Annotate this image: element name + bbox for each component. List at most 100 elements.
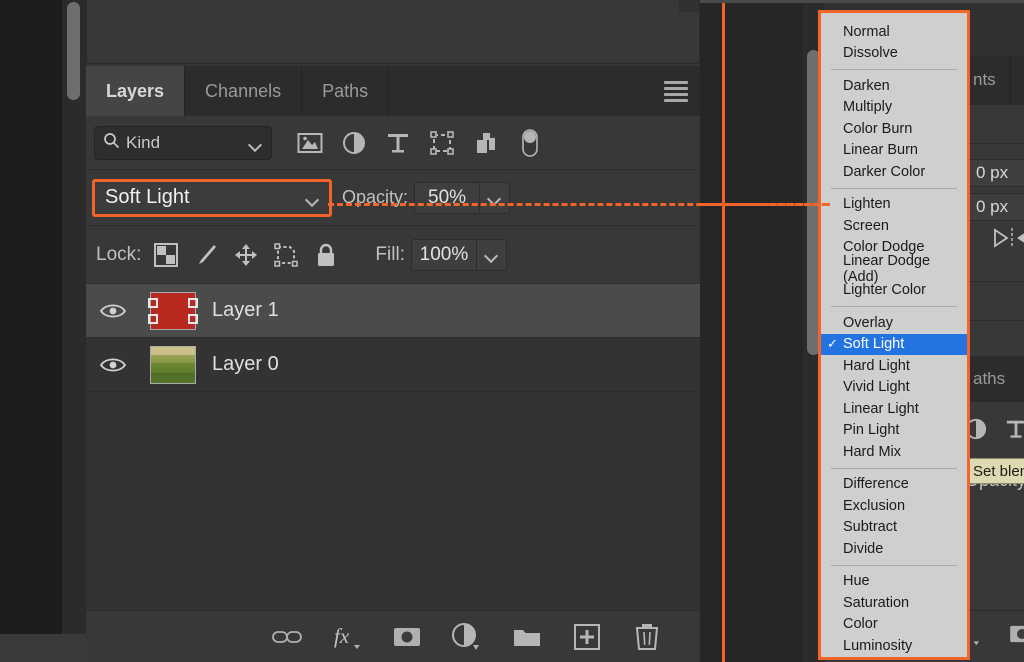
menu-item-hue[interactable]: Hue	[821, 571, 967, 593]
eye-visible-icon	[100, 356, 126, 374]
pixel-layers-filter-icon[interactable]	[296, 129, 324, 157]
layer-list: Layer 1 Layer 0	[86, 284, 700, 610]
tab-paths[interactable]: Paths	[302, 66, 389, 116]
menu-separator	[831, 69, 957, 70]
new-layer-icon[interactable]	[572, 622, 602, 652]
blend-mode-row: Soft Light Opacity: 50%	[86, 170, 700, 226]
panel-top-empty-box	[86, 0, 700, 64]
type-layers-filter-icon[interactable]	[1005, 418, 1024, 445]
lock-all-icon[interactable]	[313, 242, 339, 268]
layer-name[interactable]: Layer 0	[212, 353, 279, 376]
flip-horizontal-icon[interactable]	[991, 227, 1024, 254]
menu-item-soft-light[interactable]: ✓Soft Light	[821, 334, 967, 356]
menu-item-linear-dodge-add[interactable]: Linear Dodge (Add)	[821, 258, 967, 280]
lock-transparent-pixels-icon[interactable]	[153, 242, 179, 268]
tab-paths-label: Paths	[322, 81, 368, 102]
menu-item-label: Linear Light	[843, 401, 919, 417]
shape-layers-filter-icon[interactable]	[428, 129, 456, 157]
type-layers-filter-icon[interactable]	[384, 129, 412, 157]
menu-item-label: Linear Burn	[843, 142, 918, 158]
panel-top-corner	[679, 0, 699, 12]
menu-item-label: Lighten	[843, 196, 891, 212]
menu-separator	[831, 468, 957, 469]
menu-item-darker-color[interactable]: Darker Color	[821, 161, 967, 183]
layer-thumbnail[interactable]	[140, 346, 206, 384]
menu-item-multiply[interactable]: Multiply	[821, 97, 967, 119]
hamburger-menu-icon[interactable]	[660, 80, 692, 102]
add-layer-mask-icon[interactable]	[392, 622, 422, 652]
layer-name[interactable]: Layer 1	[212, 299, 279, 322]
menu-item-overlay[interactable]: Overlay	[821, 312, 967, 334]
menu-item-lighten[interactable]: Lighten	[821, 194, 967, 216]
tab-paths-partial-label: aths	[973, 369, 1005, 389]
menu-item-label: Vivid Light	[843, 379, 910, 395]
add-layer-mask-icon[interactable]	[1009, 624, 1024, 649]
layer-thumbnail[interactable]	[140, 292, 206, 330]
blend-mode-select[interactable]: Soft Light	[92, 179, 332, 217]
menu-item-linear-light[interactable]: Linear Light	[821, 398, 967, 420]
opacity-stepper[interactable]	[480, 182, 510, 214]
new-group-icon[interactable]	[512, 622, 542, 652]
menu-item-screen[interactable]: Screen	[821, 215, 967, 237]
menu-item-hard-light[interactable]: Hard Light	[821, 355, 967, 377]
opacity-input[interactable]: 50%	[414, 182, 480, 214]
table-row[interactable]: Layer 1	[86, 284, 700, 338]
left-scrollbar-thumb[interactable]	[67, 2, 80, 100]
menu-item-hard-mix[interactable]: Hard Mix	[821, 441, 967, 463]
layer-thumbnail-image	[150, 346, 196, 384]
menu-item-label: Subtract	[843, 519, 897, 535]
menu-item-label: Darker Color	[843, 164, 925, 180]
menu-item-luminosity[interactable]: Luminosity	[821, 635, 967, 657]
menu-item-label: Hard Mix	[843, 444, 901, 460]
menu-item-saturation[interactable]: Saturation	[821, 592, 967, 614]
layer-visibility-toggle[interactable]	[86, 302, 140, 320]
menu-item-divide[interactable]: Divide	[821, 538, 967, 560]
tab-channels-label: Channels	[205, 81, 281, 102]
menu-item-color[interactable]: Color	[821, 614, 967, 636]
lock-position-icon[interactable]	[233, 242, 259, 268]
canvas-highlight-border	[722, 0, 725, 662]
tab-channels[interactable]: Channels	[185, 66, 302, 116]
table-row[interactable]: Layer 0	[86, 338, 700, 392]
menu-separator	[831, 306, 957, 307]
menu-item-color-burn[interactable]: Color Burn	[821, 118, 967, 140]
y-position-field[interactable]: 0 px	[965, 193, 1024, 221]
tab-layers[interactable]: Layers	[86, 66, 185, 116]
lock-artboard-nesting-icon[interactable]	[273, 242, 299, 268]
lock-image-pixels-icon[interactable]	[193, 242, 219, 268]
layer-visibility-toggle[interactable]	[86, 356, 140, 374]
menu-item-pin-light[interactable]: Pin Light	[821, 420, 967, 442]
layer-type-filter-icons	[296, 129, 544, 157]
adjustment-layers-filter-icon[interactable]	[340, 129, 368, 157]
tab-libraries[interactable]: Libr	[1011, 56, 1024, 104]
menu-item-subtract[interactable]: Subtract	[821, 517, 967, 539]
top-edge-strip	[700, 0, 1024, 3]
fill-input[interactable]: 100%	[411, 239, 477, 271]
layers-panel: Layers Channels Paths	[86, 0, 700, 662]
kind-filter-label: Kind	[126, 133, 160, 153]
menu-item-difference[interactable]: Difference	[821, 474, 967, 496]
smart-object-filter-icon[interactable]	[472, 129, 500, 157]
menu-item-label: Soft Light	[843, 336, 904, 352]
x-position-field[interactable]: 0 px	[965, 159, 1024, 187]
menu-item-label: Color Burn	[843, 121, 912, 137]
menu-item-lighter-color[interactable]: Lighter Color	[821, 280, 967, 302]
link-layers-icon[interactable]	[272, 622, 302, 652]
svg-text:fx: fx	[334, 624, 350, 648]
y-position-value: 0 px	[976, 197, 1008, 217]
tooltip-text: Set blendi	[973, 463, 1024, 480]
menu-item-darken[interactable]: Darken	[821, 75, 967, 97]
menu-item-exclusion[interactable]: Exclusion	[821, 495, 967, 517]
new-adjustment-layer-icon[interactable]	[452, 622, 482, 652]
menu-item-linear-burn[interactable]: Linear Burn	[821, 140, 967, 162]
blend-mode-dropdown-menu[interactable]: NormalDissolve DarkenMultiply Color Burn Li…	[818, 10, 970, 660]
menu-item-dissolve[interactable]: Dissolve	[821, 43, 967, 65]
filter-toggle-switch-icon[interactable]	[516, 129, 544, 157]
add-layer-style-fx-icon[interactable]: fx	[332, 622, 362, 652]
fill-stepper[interactable]	[477, 239, 507, 271]
menu-item-label: Saturation	[843, 595, 909, 611]
menu-item-vivid-light[interactable]: Vivid Light	[821, 377, 967, 399]
menu-item-normal[interactable]: Normal	[821, 21, 967, 43]
delete-layer-icon[interactable]	[632, 622, 662, 652]
kind-filter-select[interactable]: Kind	[94, 126, 272, 160]
